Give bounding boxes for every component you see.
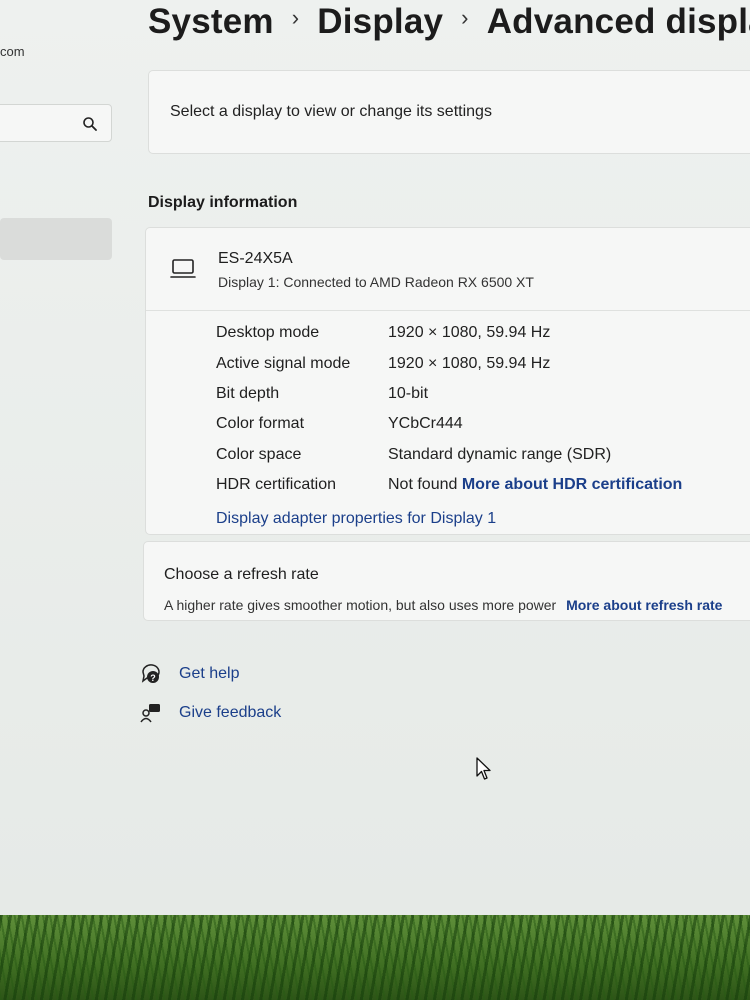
chevron-right-icon: › [461,5,469,30]
hdr-certification-link[interactable]: More about HDR certification [462,476,682,493]
info-row-desktop-mode: Desktop mode 1920 × 1080, 59.94 Hz [216,324,550,342]
refresh-rate-description: A higher rate gives smoother motion, but… [164,597,722,613]
page-title: Advanced display [486,2,750,41]
search-input[interactable] [0,104,112,142]
display-information-card: ES-24X5A Display 1: Connected to AMD Rad… [145,227,750,535]
info-label: Color space [216,446,302,463]
sidebar-item-system[interactable] [0,218,112,260]
display-header: ES-24X5A Display 1: Connected to AMD Rad… [146,228,750,311]
refresh-rate-subtitle: A higher rate gives smoother motion, but… [164,597,557,613]
info-row-color-format: Color format YCbCr444 [216,415,463,433]
display-name: ES-24X5A [218,250,293,267]
display-connection: Display 1: Connected to AMD Radeon RX 65… [218,274,534,290]
refresh-rate-title: Choose a refresh rate [164,566,319,583]
monitor-icon [170,259,196,278]
info-label: Desktop mode [216,324,320,341]
help-icon: ? [141,664,160,683]
info-label: Bit depth [216,385,280,402]
info-label: Active signal mode [216,355,351,372]
info-row-hdr-certification: HDR certification Not found More about HD… [216,476,682,494]
info-row-color-space: Color space Standard dynamic range (SDR) [216,446,611,464]
account-email: com [0,44,25,59]
info-row-bit-depth: Bit depth 10-bit [216,385,428,403]
info-value: Standard dynamic range (SDR) [388,446,612,463]
chevron-right-icon: › [291,5,300,30]
info-value: 10-bit [388,385,429,402]
settings-window: com System › Display › Advanced display Sele… [0,0,750,915]
info-label: Color format [216,415,305,432]
breadcrumb-system[interactable]: System [148,2,274,41]
section-title-display-information: Display information [148,194,298,211]
refresh-rate-link[interactable]: More about refresh rate [566,597,722,613]
get-help-label: Get help [179,665,240,682]
display-adapter-properties-link[interactable]: Display adapter properties for Display 1 [216,510,496,528]
feedback-icon [140,704,160,723]
select-display-label: Select a display to view or change its s… [170,103,492,120]
search-icon [83,117,97,131]
info-value: Not found [388,476,458,493]
mouse-cursor-icon [476,757,491,780]
info-label: HDR certification [216,476,337,493]
breadcrumb: System › Display › Advanced display [148,2,750,42]
info-value: 1920 × 1080, 59.94 Hz [388,324,551,341]
give-feedback-label: Give feedback [179,704,282,721]
info-row-active-signal-mode: Active signal mode 1920 × 1080, 59.94 Hz [216,355,550,373]
breadcrumb-display[interactable]: Display [317,2,443,41]
info-value: YCbCr444 [388,415,463,432]
background-grass [0,915,750,1000]
svg-text:?: ? [150,673,156,683]
refresh-rate-card[interactable]: Choose a refresh rate A higher rate give… [143,541,750,621]
select-display-card[interactable]: Select a display to view or change its s… [148,70,750,154]
info-value: 1920 × 1080, 59.94 Hz [388,355,551,372]
